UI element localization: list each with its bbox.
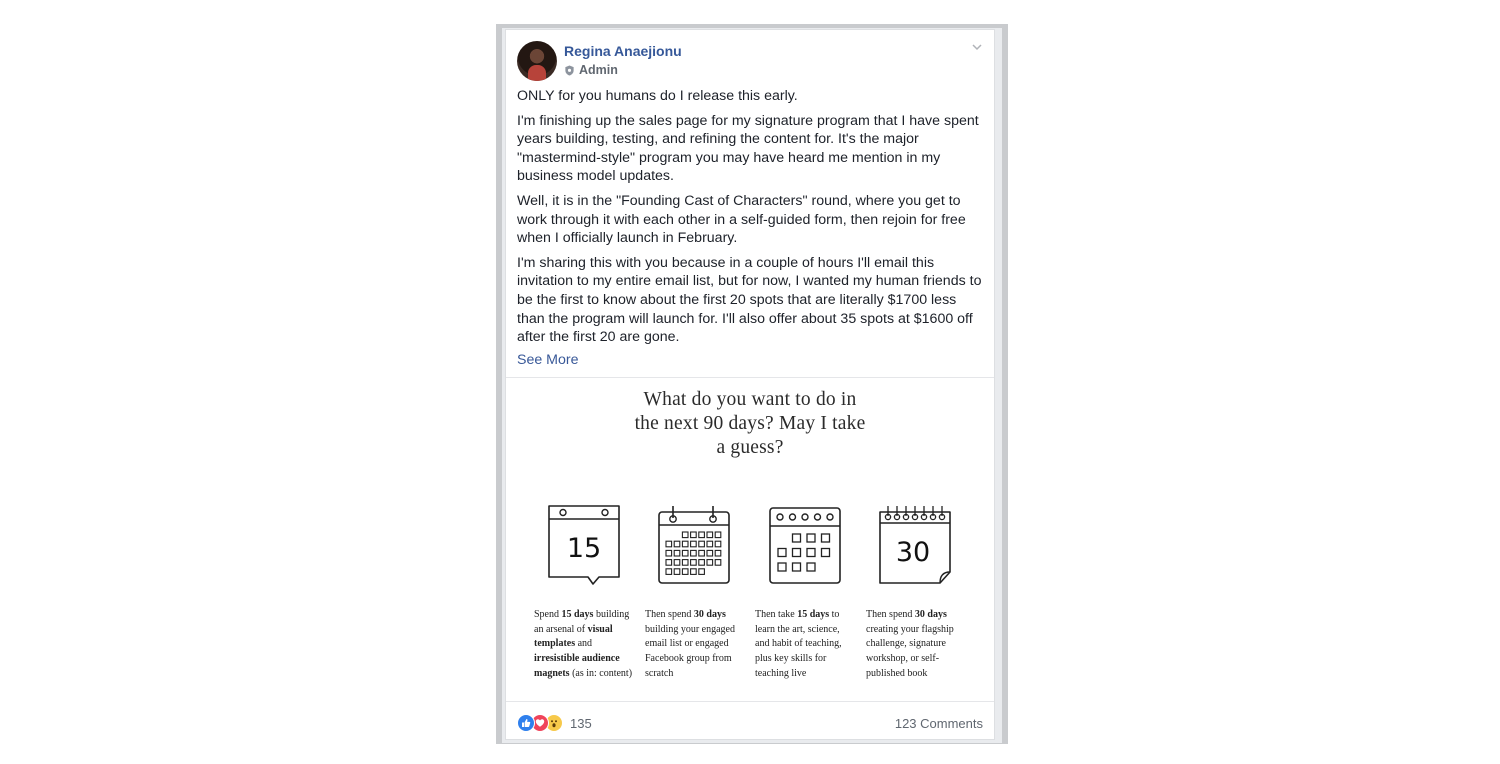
post-paragraph: I'm finishing up the sales page for my s… — [517, 112, 979, 185]
step-4-text: Then spend 30 days creating your flagshi… — [866, 609, 954, 679]
reaction-count: 135 — [570, 715, 592, 731]
calendar-30-icon: 30 — [878, 504, 952, 586]
calendar-grid-small-icon — [768, 504, 842, 586]
calendar-15-icon: 15 — [547, 504, 621, 586]
post-paragraph: I'm sharing this with you because in a c… — [517, 254, 982, 346]
calendar-30-number: 30 — [896, 537, 930, 568]
role-label: Admin — [579, 63, 618, 77]
calendar-15-number: 15 — [567, 533, 601, 564]
like-icon — [517, 714, 535, 732]
post-paragraph: Well, it is in the "Founding Cast of Cha… — [517, 192, 966, 247]
post-card: Regina Anaejionu Admin ONLY for you huma… — [505, 29, 995, 740]
author-role: Admin — [564, 63, 618, 77]
post-options-chevron-icon[interactable] — [970, 40, 984, 54]
promo-image[interactable]: What do you want to do in the next 90 da… — [506, 378, 994, 701]
step-2-text: Then spend 30 days building your engaged… — [645, 609, 735, 679]
author-avatar[interactable] — [517, 41, 557, 81]
post-paragraph: ONLY for you humans do I release this ea… — [517, 88, 798, 104]
see-more-link[interactable]: See More — [517, 352, 579, 368]
reactions-summary[interactable]: 135 — [517, 714, 592, 732]
calendar-grid-icon — [657, 504, 731, 586]
footer-divider — [506, 701, 994, 702]
author-name[interactable]: Regina Anaejionu — [564, 43, 682, 59]
step-3-text: Then take 15 days to learn the art, scie… — [755, 609, 842, 679]
post-body: ONLY for you humans do I release this ea… — [517, 87, 987, 353]
promo-headline: What do you want to do in the next 90 da… — [634, 389, 866, 458]
step-1-text: Spend 15 days building an arsenal of vis… — [534, 609, 633, 679]
comments-count-link[interactable]: 123 Comments — [895, 716, 983, 731]
admin-shield-icon — [565, 64, 574, 76]
